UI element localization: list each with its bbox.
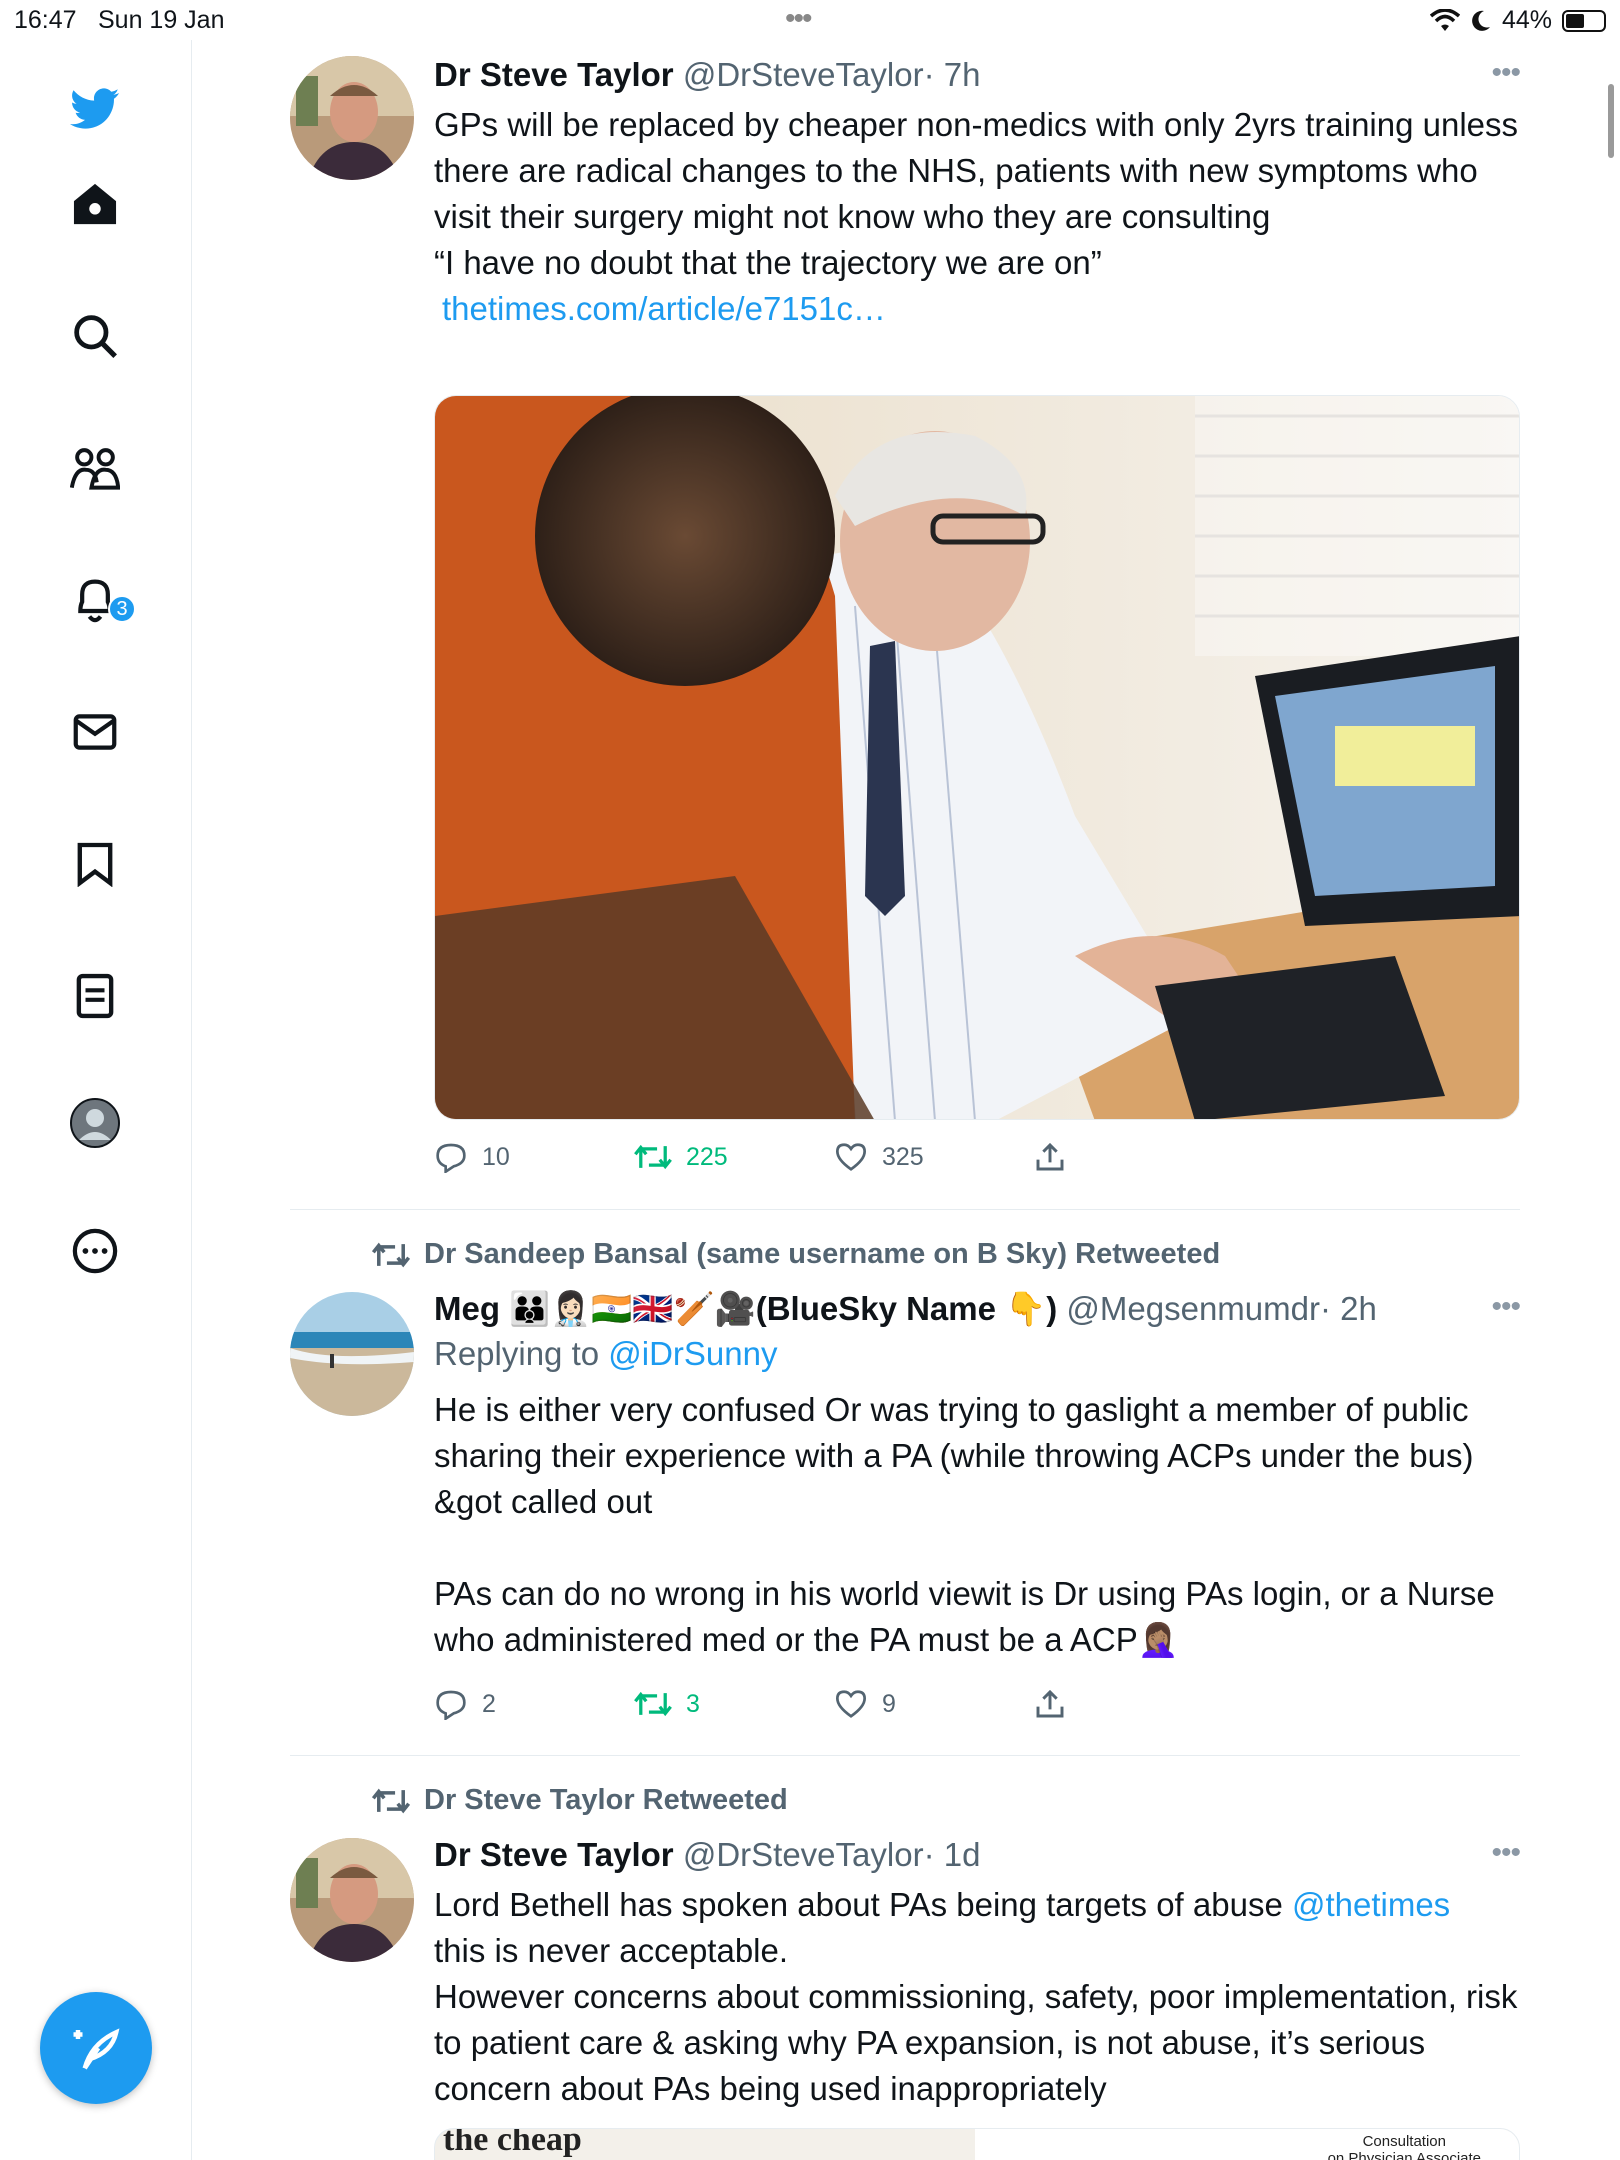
- home-icon[interactable]: [70, 179, 120, 229]
- retweet-button[interactable]: 225: [634, 1141, 834, 1173]
- notification-count-badge: 3: [108, 595, 136, 623]
- retweet-button[interactable]: 3: [634, 1688, 834, 1720]
- author-name[interactable]: Meg 👪👩🏻‍⚕️🇮🇳🇬🇧🏏🎥(BlueSky Name 👇): [434, 1290, 1057, 1327]
- share-icon: [1036, 1689, 1064, 1718]
- retweet-count: 225: [686, 1142, 728, 1171]
- scrollbar[interactable]: [1608, 84, 1614, 158]
- retweet-indicator-icon: [372, 1242, 410, 1267]
- sidebar: 3: [0, 40, 192, 2160]
- author-handle[interactable]: @DrSteveTaylor: [683, 1836, 924, 1873]
- reply-icon: [436, 1143, 466, 1173]
- multitasking-dots[interactable]: •••: [785, 2, 812, 36]
- preview-headline: the cheap: [443, 2128, 582, 2158]
- bookmark-icon[interactable]: [70, 839, 120, 889]
- tweet-time: · 7h: [923, 56, 981, 93]
- tweet-text: Lord Bethell has spoken about PAs being …: [434, 1882, 1524, 2112]
- reply-icon: [436, 1690, 466, 1720]
- retweeted-by-line[interactable]: Dr Sandeep Bansal (same username on B Sk…: [372, 1238, 1220, 1271]
- more-options-circle-icon[interactable]: [70, 1226, 120, 1276]
- tweet-image[interactable]: [434, 395, 1520, 1120]
- retweet-icon: [634, 1144, 672, 1170]
- tweet-time: · 1d: [923, 1836, 981, 1873]
- retweet-count: 3: [686, 1689, 700, 1718]
- battery-percent: 44%: [1501, 6, 1552, 34]
- tweet-more-button[interactable]: •••: [1491, 56, 1520, 90]
- preview-document: Consultation on Physician Associate: [975, 2129, 1519, 2160]
- retweet-indicator-icon: [372, 1788, 410, 1813]
- profile-avatar-icon[interactable]: [70, 1098, 120, 1148]
- replying-to-mention[interactable]: @iDrSunny: [608, 1335, 777, 1372]
- tweet-header: Meg 👪👩🏻‍⚕️🇮🇳🇬🇧🏏🎥(BlueSky Name 👇) @Megsen…: [434, 1290, 1524, 1329]
- battery-icon: [1562, 9, 1606, 32]
- tweet-more-button[interactable]: •••: [1491, 1836, 1520, 1870]
- author-handle[interactable]: @Megsenmumdr: [1066, 1290, 1320, 1327]
- retweet-icon: [634, 1691, 672, 1717]
- status-date: Sun 19 Jan: [98, 6, 225, 34]
- tweet-header: Dr Steve Taylor @DrSteveTaylor· 1d: [434, 1836, 1524, 1874]
- replying-to-line: Replying to @iDrSunny: [434, 1335, 1524, 1373]
- tweet-text: He is either very confused Or was trying…: [434, 1391, 1495, 1658]
- reply-count: 2: [482, 1689, 496, 1718]
- communities-icon[interactable]: [70, 443, 120, 493]
- share-button[interactable]: [1034, 1688, 1234, 1720]
- avatar[interactable]: [290, 1292, 414, 1416]
- tweet-time: · 2h: [1319, 1290, 1377, 1327]
- tweet-text-end: this is never acceptable. However concer…: [434, 1932, 1518, 2107]
- retweeted-by-text: Dr Steve Taylor Retweeted: [424, 1784, 788, 1816]
- retweeted-by-line[interactable]: Dr Steve Taylor Retweeted: [372, 1784, 788, 1817]
- search-icon[interactable]: [70, 311, 120, 361]
- twitter-logo-icon[interactable]: [70, 84, 120, 134]
- reply-button[interactable]: 10: [434, 1141, 634, 1173]
- share-button[interactable]: [1034, 1141, 1234, 1173]
- lists-icon[interactable]: [70, 971, 120, 1021]
- reply-count: 10: [482, 1142, 510, 1171]
- tweet-1-actions: 10 225 325: [434, 1141, 1234, 1173]
- article-link[interactable]: thetimes.com/article/e7151c…: [442, 286, 1524, 332]
- like-button[interactable]: 325: [834, 1141, 1034, 1173]
- like-count: 9: [882, 1689, 896, 1718]
- reply-button[interactable]: 2: [434, 1688, 634, 1720]
- heart-icon: [835, 1690, 867, 1718]
- compose-feather-icon: [73, 2028, 120, 2070]
- like-count: 325: [882, 1142, 924, 1171]
- heart-icon: [835, 1143, 867, 1171]
- tweet-text: GPs will be replaced by cheaper non-medi…: [434, 106, 1519, 281]
- avatar[interactable]: [290, 56, 414, 180]
- tweet-2-actions: 2 3 9: [434, 1688, 1234, 1720]
- tweet-divider: [290, 1755, 1520, 1756]
- status-bar: 16:47 Sun 19 Jan ••• 44%: [0, 0, 1620, 40]
- avatar[interactable]: [290, 1838, 414, 1962]
- tweet-header: Dr Steve Taylor @DrSteveTaylor· 7h: [434, 56, 1524, 94]
- preview-caption: Consultation on Physician Associate: [1327, 2133, 1481, 2160]
- share-icon: [1036, 1142, 1064, 1171]
- status-time: 16:47: [14, 6, 77, 34]
- tweet-divider: [290, 1209, 1520, 1210]
- author-handle[interactable]: @DrSteveTaylor: [683, 56, 924, 93]
- compose-tweet-button[interactable]: [40, 1992, 152, 2104]
- status-icons: 44%: [1429, 6, 1606, 35]
- moon-icon: [1472, 10, 1490, 31]
- tweet-3-image-preview[interactable]: the cheap Consultation on Physician Asso…: [434, 2128, 1520, 2160]
- tweet-more-button[interactable]: •••: [1491, 1290, 1520, 1324]
- mention-link[interactable]: @thetimes: [1292, 1886, 1450, 1923]
- like-button[interactable]: 9: [834, 1688, 1034, 1720]
- messages-envelope-icon[interactable]: [70, 707, 120, 757]
- replying-to-prefix: Replying to: [434, 1335, 609, 1372]
- tweet-text-start: Lord Bethell has spoken about PAs being …: [434, 1886, 1292, 1923]
- author-name[interactable]: Dr Steve Taylor: [434, 56, 674, 93]
- author-name[interactable]: Dr Steve Taylor: [434, 1836, 674, 1873]
- retweeted-by-text: Dr Sandeep Bansal (same username on B Sk…: [424, 1238, 1221, 1270]
- wifi-icon: [1429, 8, 1460, 31]
